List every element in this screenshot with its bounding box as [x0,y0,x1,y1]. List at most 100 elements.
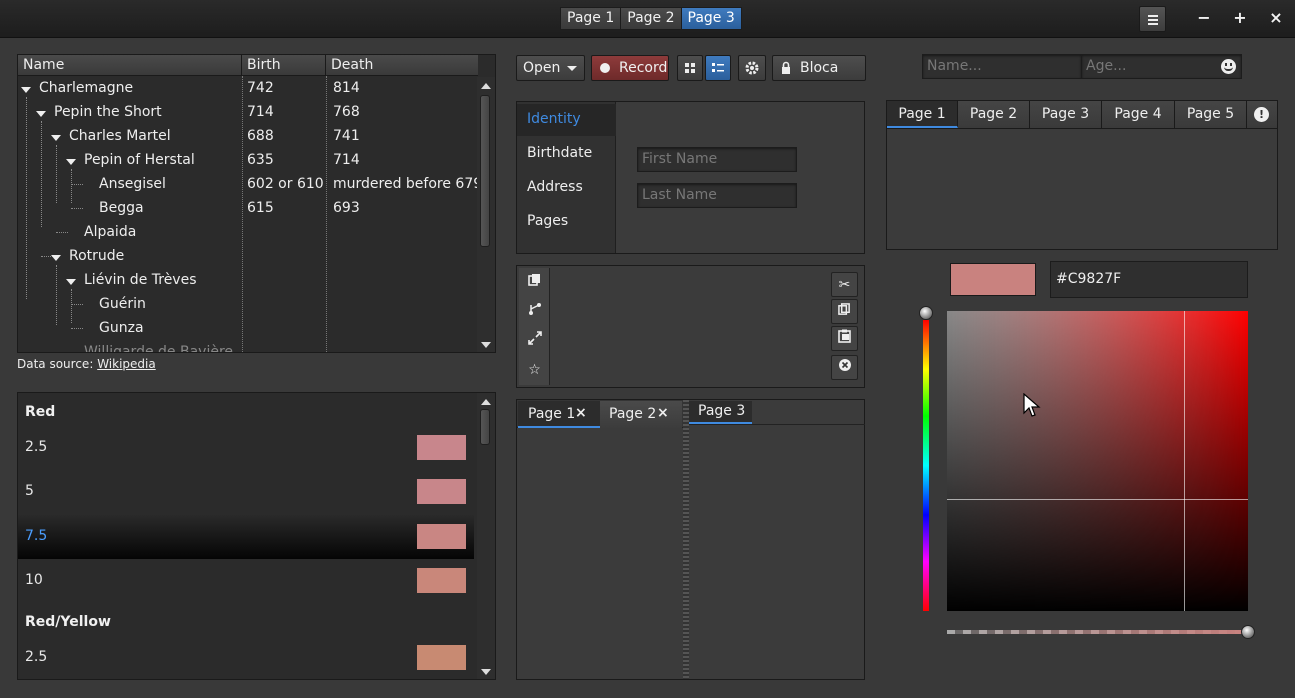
alpha-slider[interactable] [947,630,1247,634]
sidebar-item-pages[interactable]: Pages [527,213,568,229]
grid-icon [685,63,695,73]
emoji-icon[interactable] [1221,59,1236,74]
expander-icon[interactable] [51,135,61,141]
stack-panel: Identity Birthdate Address Pages First N… [516,101,865,254]
scroll-up-icon[interactable] [481,83,491,89]
list-view-button[interactable] [705,55,731,81]
list-scrollbar[interactable] [477,393,495,679]
tab-page-4[interactable]: Page 4 [1102,101,1175,128]
branch-icon[interactable] [520,299,549,326]
tree-cell-birth: 602 or 610 [247,176,324,192]
expander-icon[interactable] [21,87,31,93]
tree-row[interactable]: Alpaida [18,221,478,245]
alert-icon[interactable]: ! [1254,107,1269,122]
menu-button[interactable] [1139,6,1166,32]
tab-page-5[interactable]: Page 5 [1175,101,1247,128]
tree-scrollbar[interactable] [477,77,495,352]
list-item[interactable]: 2.5 [18,426,474,470]
sidebar-item-address[interactable]: Address [527,179,583,195]
grid-view-button[interactable] [677,55,703,81]
saturation-value-plane[interactable] [947,311,1248,611]
fullscreen-icon[interactable] [520,328,549,355]
tool-palette: ☆ ✂ [516,265,865,388]
tree-cell-name: Pepin the Short [54,104,162,120]
wikipedia-link[interactable]: Wikipedia [97,357,156,371]
column-birth-header[interactable]: Birth [247,57,281,73]
expander-icon[interactable] [66,279,76,285]
pane-separator[interactable] [683,400,689,679]
sv-shade-layer [947,311,1248,611]
tab-page-3[interactable]: Page 3 [1030,101,1102,128]
copy-icon[interactable] [831,299,858,324]
hex-color-field[interactable]: #C9827F [1050,261,1248,298]
list-item[interactable]: 5 [18,470,474,514]
scroll-up-icon[interactable] [481,399,491,405]
color-list[interactable]: Red 2.5 5 7.5 10 Red/Yellow 2.5 [17,392,496,680]
last-name-field[interactable]: Last Name [637,183,797,208]
settings-button[interactable] [738,55,766,81]
list-icon [712,63,724,72]
tree-row[interactable]: Rotrude [18,245,478,269]
record-icon [600,63,610,73]
tab-page-1[interactable]: Page 1 [887,101,958,128]
star-icon[interactable]: ☆ [520,357,549,384]
tree-row[interactable]: Pepin the Short 714 768 [18,101,478,125]
list-item[interactable]: 2.5 [18,636,474,679]
record-button[interactable]: Record [591,55,669,81]
first-name-field[interactable]: First Name [637,147,797,172]
close-circle-icon[interactable] [831,355,858,380]
tree-row[interactable]: Ansegisel 602 or 610 murdered before 679 [18,173,482,197]
tree-row[interactable]: Guérin [18,293,478,317]
tab-page-3[interactable]: Page 3 [689,401,752,424]
tree-cell-birth: 635 [247,152,274,168]
age-field[interactable]: Age... [1081,54,1242,79]
tree-row[interactable]: Charlemagne 742 814 [18,77,478,101]
expander-icon[interactable] [36,111,46,117]
hue-slider[interactable] [923,320,929,611]
paste-icon[interactable] [831,326,858,351]
tab-page-2[interactable]: Page 2 [958,101,1030,128]
copy-icon[interactable] [520,270,549,297]
tree-row[interactable]: Charles Martel 688 741 [18,125,478,149]
close-tab-icon[interactable]: × [575,405,587,421]
tree-row[interactable]: Pepin of Herstal 635 714 [18,149,478,173]
name-field[interactable]: Name... [922,54,1082,79]
sidebar-item-birthdate[interactable]: Birthdate [527,145,592,161]
hue-slider-knob[interactable] [919,306,933,320]
expander-icon[interactable] [51,255,61,261]
tree-row[interactable]: Willigarde de Bavière [18,341,478,352]
maximize-button[interactable]: + [1230,8,1250,28]
tree-row[interactable]: Liévin de Trèves [18,269,478,293]
tab-page-1[interactable]: Page 1 × [518,401,600,428]
list-item-selected[interactable]: 7.5 [18,515,474,559]
data-source-label: Data source: [17,357,94,371]
tree-cell-birth: 714 [247,104,274,120]
list-item[interactable]: 10 [18,559,474,603]
switcher-page-1[interactable]: Page 1 [560,7,622,30]
switcher-page-2[interactable]: Page 2 [620,7,682,30]
scroll-down-icon[interactable] [481,669,491,675]
close-window-button[interactable]: × [1266,8,1286,28]
tab-action-area[interactable]: ! [1247,101,1277,128]
column-death-header[interactable]: Death [331,57,373,73]
tab-page-2[interactable]: Page 2 × [600,401,682,428]
sidebar-item-identity[interactable]: Identity [527,111,581,127]
open-menu-button[interactable]: Open [516,55,585,81]
lock-button[interactable]: Bloca [772,55,866,81]
minimize-button[interactable]: − [1194,8,1214,28]
cut-icon[interactable]: ✂ [831,272,858,297]
record-label: Record [619,60,668,76]
scroll-thumb[interactable] [480,95,490,247]
tree-row[interactable]: Begga 615 693 [18,197,478,221]
expander-icon[interactable] [66,159,76,165]
close-tab-icon[interactable]: × [657,405,669,421]
item-label: 7.5 [25,528,48,544]
column-separator [325,55,326,76]
column-name-header[interactable]: Name [23,57,64,73]
family-tree-view[interactable]: Name Birth Death Charlemagne 742 814 Pep… [17,54,496,353]
alpha-slider-knob[interactable] [1241,625,1255,639]
scroll-thumb[interactable] [480,409,490,445]
tree-row[interactable]: Gunza [18,317,478,341]
switcher-page-3[interactable]: Page 3 [680,7,742,30]
scroll-down-icon[interactable] [481,342,491,348]
